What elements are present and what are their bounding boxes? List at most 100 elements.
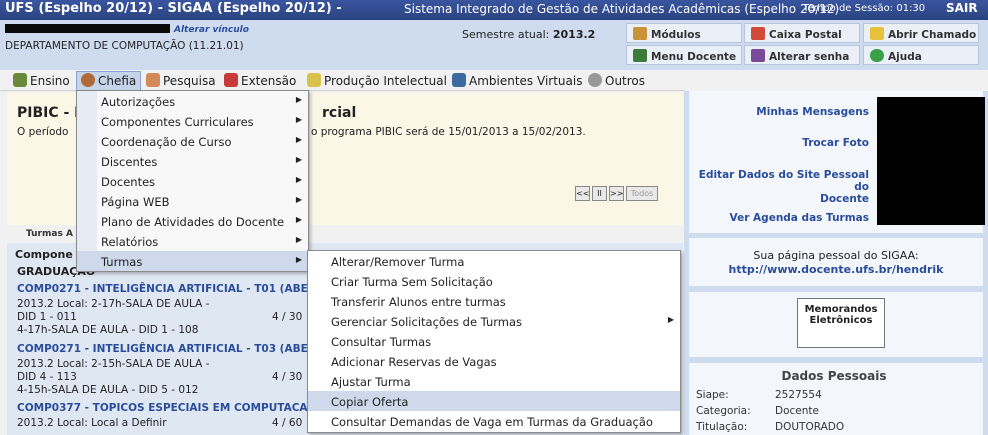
personal-data-title: Dados Pessoais <box>781 369 887 383</box>
arrow-right-icon: ▶ <box>667 315 674 324</box>
turmas-section-label: Turmas A <box>26 229 73 239</box>
arrow-right-icon: ▶ <box>295 215 302 224</box>
pause-button[interactable]: II <box>592 186 607 201</box>
menu-outros[interactable]: Outros <box>588 73 645 88</box>
research-icon <box>146 73 160 87</box>
menu-item-consultar-demandas[interactable]: Consultar Demandas de Vaga em Turmas da … <box>308 411 680 431</box>
menu-extensao[interactable]: Extensão <box>224 73 296 88</box>
arrow-right-icon: ▶ <box>295 95 302 104</box>
course-location: 2013.2 Local: 2-17h-SALA DE AULA - <box>17 298 210 310</box>
menu-item-turmas[interactable]: Turmas ▶ <box>77 251 308 271</box>
virtual-env-icon <box>452 73 466 87</box>
personal-data-box: Dados Pessoais Siape: 2527554 Categoria:… <box>689 363 983 435</box>
logout-link[interactable]: SAIR <box>946 1 978 15</box>
title-label: Titulação: <box>696 421 748 433</box>
menu-item-ajustar-turma[interactable]: Ajustar Turma <box>308 371 680 391</box>
menu-item-copiar-oferta[interactable]: Copiar Oferta <box>308 391 680 411</box>
arrow-right-icon: ▶ <box>295 255 302 264</box>
menu-item-componentes[interactable]: Componentes Curriculares ▶ <box>77 111 308 131</box>
menu-ensino[interactable]: Ensino <box>13 73 70 88</box>
system-name: Sistema Integrado de Gestão de Atividade… <box>404 2 840 16</box>
turmas-dropdown: Alterar/Remover Turma Criar Turma Sem So… <box>307 250 681 433</box>
arrow-right-icon: ▶ <box>295 155 302 164</box>
menu-item-alterar-remover-turma[interactable]: Alterar/Remover Turma <box>308 251 680 271</box>
menu-item-pagina-web[interactable]: Página WEB ▶ <box>77 191 308 211</box>
menu-item-adicionar-reservas[interactable]: Adicionar Reservas de Vagas <box>308 351 680 371</box>
menu-producao[interactable]: Produção Intelectual <box>307 73 447 88</box>
personal-page-url[interactable]: http://www.docente.ufs.br/hendrik <box>689 263 983 276</box>
siape-label: Siape: <box>696 389 729 401</box>
semester-info: Semestre atual: 2013.2 <box>462 28 596 41</box>
first-button[interactable]: << <box>575 186 590 201</box>
menu-pesquisa[interactable]: Pesquisa <box>146 73 216 88</box>
all-button[interactable]: Todos <box>626 186 658 201</box>
arrow-right-icon: ▶ <box>295 175 302 184</box>
menu-item-relatorios[interactable]: Relatórios ▶ <box>77 231 308 251</box>
info-bar: Alterar vínculo DEPARTAMENTO DE COMPUTAÇ… <box>0 20 988 70</box>
arrow-right-icon: ▶ <box>295 115 302 124</box>
redacted-user-name <box>5 24 170 33</box>
department-label: DEPARTAMENTO DE COMPUTAÇÃO (11.21.01) <box>5 40 244 52</box>
menu-item-criar-turma[interactable]: Criar Turma Sem Solicitação <box>308 271 680 291</box>
menu-item-docentes[interactable]: Docentes ▶ <box>77 171 308 191</box>
menu-item-discentes[interactable]: Discentes ▶ <box>77 151 308 171</box>
menu-chefia[interactable]: Chefia <box>76 71 142 91</box>
change-link[interactable]: Alterar vínculo <box>174 25 249 35</box>
memo-button[interactable]: Memorandos Eletrônicos <box>797 298 885 348</box>
notice-title: PIBIC - I <box>17 105 80 121</box>
menu-icon <box>633 49 647 62</box>
category-value: Docente <box>775 405 819 417</box>
top-bar: UFS (Espelho 20/12) - SIGAA (Espelho 20/… <box>0 0 988 20</box>
chefia-dropdown: Autorizações ▶ Componentes Curriculares ▶ … <box>76 90 309 272</box>
notice-pager: << II >> Todos <box>575 186 660 201</box>
notice-text-end: o programa PIBIC será de 15/01/2013 a 15… <box>311 126 586 138</box>
course-count: 4 / 30 <box>272 311 303 323</box>
open-ticket-button[interactable]: Abrir Chamado <box>863 23 979 43</box>
modules-button[interactable]: Módulos <box>626 23 742 43</box>
mailbox-button[interactable]: Caixa Postal <box>744 23 860 43</box>
book-icon <box>13 73 27 87</box>
teacher-menu-button[interactable]: Menu Docente <box>626 45 742 65</box>
arrow-right-icon: ▶ <box>295 235 302 244</box>
personal-page-box: Sua página pessoal do SIGAA: http://www.… <box>689 238 983 286</box>
others-icon <box>588 73 602 87</box>
siape-value: 2527554 <box>775 389 822 401</box>
course-link[interactable]: COMP0377 - TOPICOS ESPECIAIS EM COMPUTAC… <box>17 402 317 414</box>
help-icon <box>870 49 884 62</box>
course-location: DID 4 - 113 <box>17 371 77 383</box>
agenda-link[interactable]: Ver Agenda das Turmas <box>730 212 869 224</box>
menu-item-autorizacoes[interactable]: Autorizações ▶ <box>77 91 308 111</box>
ticket-icon <box>870 27 884 40</box>
menu-ambientes[interactable]: Ambientes Virtuais <box>452 73 582 88</box>
course-location: DID 1 - 011 <box>17 311 77 323</box>
right-sidebar: Minhas Mensagens Trocar Foto Editar Dado… <box>684 91 988 435</box>
arrow-right-icon: ▶ <box>295 195 302 204</box>
system-title: UFS (Espelho 20/12) - SIGAA (Espelho 20/… <box>5 1 342 16</box>
personal-page-label: Sua página pessoal do SIGAA: <box>753 249 919 262</box>
menu-item-coordenacao[interactable]: Coordenação de Curso ▶ <box>77 131 308 151</box>
mailbox-icon <box>751 27 765 40</box>
menu-item-consultar-turmas[interactable]: Consultar Turmas <box>308 331 680 351</box>
course-link[interactable]: COMP0271 - INTELIGÊNCIA ARTIFICIAL - T03… <box>17 343 308 355</box>
change-password-button[interactable]: Alterar senha <box>744 45 860 65</box>
course-count: 4 / 60 <box>272 417 303 429</box>
course-location: 4-17h-SALA DE AULA - DID 1 - 108 <box>17 324 199 336</box>
menu-item-plano-atividades[interactable]: Plano de Atividades do Docente ▶ <box>77 211 308 231</box>
messages-link[interactable]: Minhas Mensagens <box>756 106 869 118</box>
profile-photo <box>877 97 985 225</box>
extension-icon <box>224 73 238 87</box>
arrow-right-icon: ▶ <box>295 135 302 144</box>
course-count: 4 / 30 <box>272 371 303 383</box>
profile-box: Minhas Mensagens Trocar Foto Editar Dado… <box>689 91 985 233</box>
change-photo-link[interactable]: Trocar Foto <box>802 137 869 149</box>
menu-item-transferir-alunos[interactable]: Transferir Alunos entre turmas <box>308 291 680 311</box>
next-button[interactable]: >> <box>609 186 624 201</box>
help-button[interactable]: Ajuda <box>863 45 979 65</box>
edit-site-link[interactable]: Editar Dados do Site Pessoal do Docente <box>689 169 869 205</box>
course-link[interactable]: COMP0271 - INTELIGÊNCIA ARTIFICIAL - T01… <box>17 283 308 295</box>
menu-item-gerenciar-solicitacoes[interactable]: Gerenciar Solicitações de Turmas ▶ <box>308 311 680 331</box>
turmas-header: Compone <box>15 248 73 261</box>
notice-text-start: O período <box>17 126 69 138</box>
memo-box: Memorandos Eletrônicos <box>689 292 983 357</box>
course-location: 4-15h-SALA DE AULA - DID 5 - 012 <box>17 384 199 396</box>
